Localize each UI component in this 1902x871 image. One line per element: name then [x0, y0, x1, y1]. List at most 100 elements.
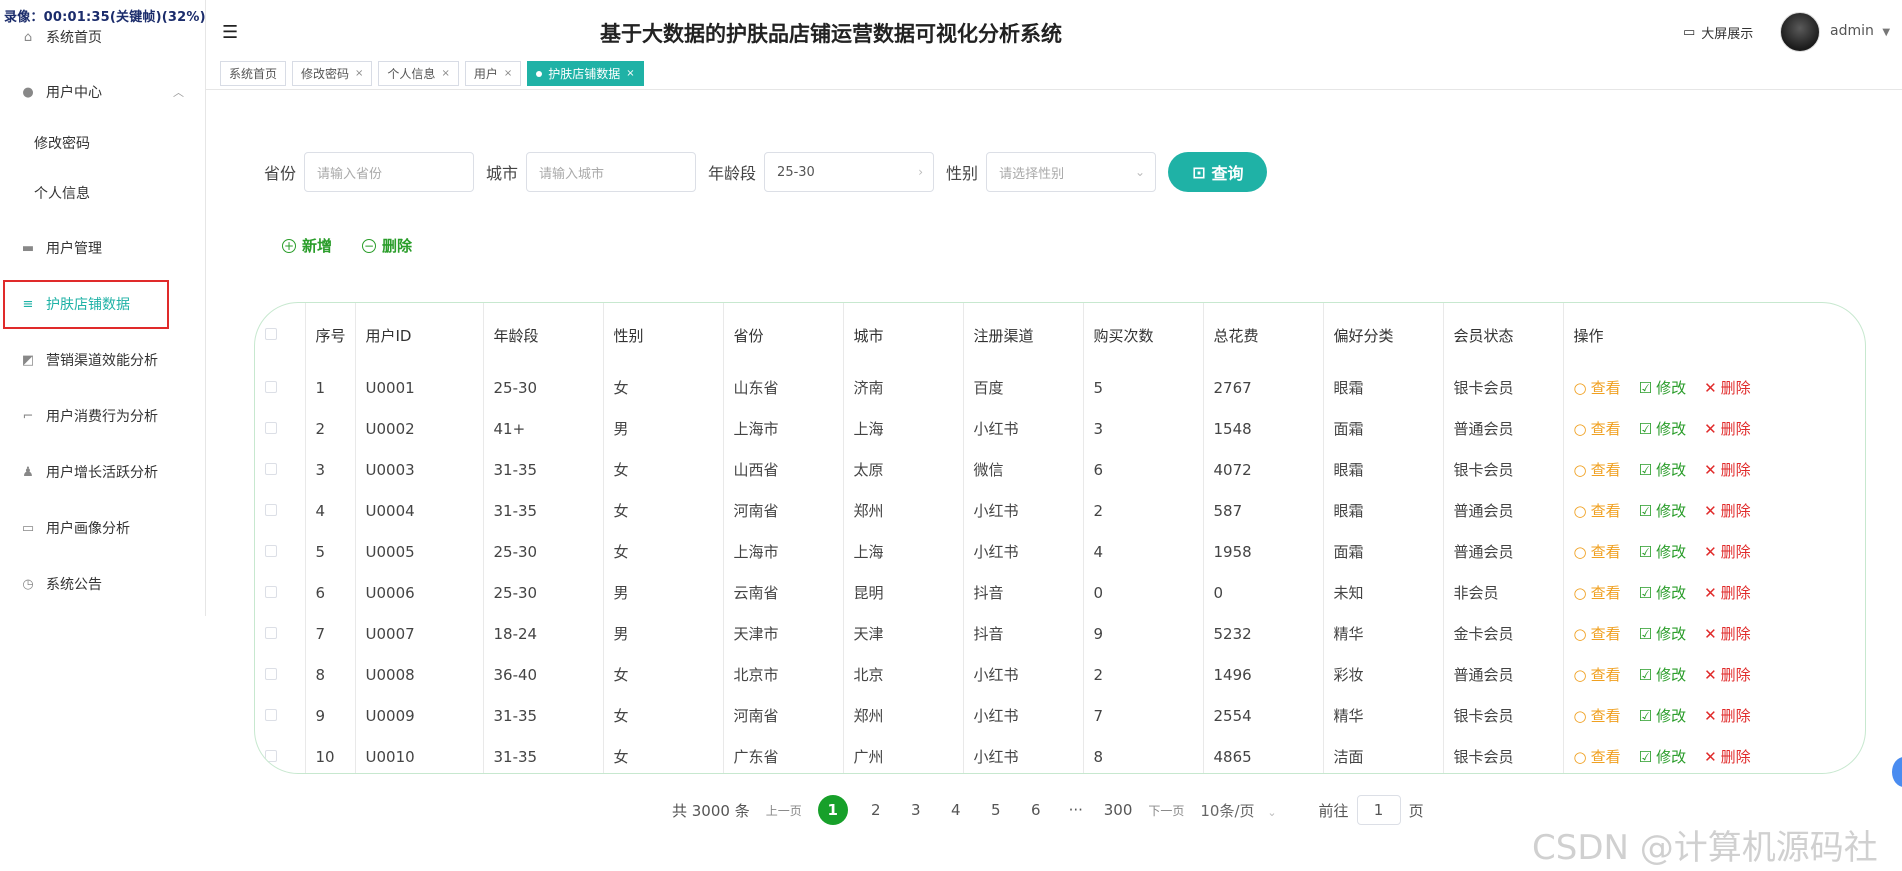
tab-bar: 系统首页 修改密码 × 个人信息 × 用户 × 护肤店铺数据 × — [220, 61, 644, 86]
page-3[interactable]: 3 — [904, 801, 928, 819]
sidebar-item-user-center[interactable]: ● 用户中心 ︿ — [0, 72, 206, 112]
close-icon[interactable]: × — [626, 68, 634, 79]
edit-button[interactable]: ☑ 修改 — [1639, 459, 1686, 480]
delete-button[interactable]: ✕ 删除 — [1704, 459, 1751, 480]
tab-user[interactable]: 用户 × — [464, 61, 522, 86]
row-actions: ○ 查看 ☑ 修改 ✕ 删除 — [1563, 531, 1865, 572]
table-cell: 5232 — [1203, 613, 1324, 654]
delete-button[interactable]: ✕ 删除 — [1704, 500, 1751, 521]
floating-help-button[interactable] — [1892, 757, 1902, 787]
view-label: 查看 — [1590, 543, 1621, 561]
table-cell: 北京 — [843, 654, 964, 695]
select-all-checkbox[interactable] — [255, 303, 306, 367]
page-size-select[interactable]: 10条/页 ⌄ — [1200, 800, 1276, 821]
tab-change-password[interactable]: 修改密码 × — [292, 61, 373, 86]
batch-delete-button[interactable]: − 删除 — [362, 235, 412, 256]
edit-button[interactable]: ☑ 修改 — [1639, 705, 1686, 726]
close-icon[interactable]: × — [355, 68, 363, 79]
table-cell: 男 — [603, 613, 724, 654]
sidebar-item-channel-analysis[interactable]: ◩ 营销渠道效能分析 — [0, 340, 206, 380]
view-button[interactable]: ○ 查看 — [1574, 705, 1621, 726]
query-button[interactable]: ⊡ 查询 — [1168, 152, 1268, 192]
sidebar-item-profile[interactable]: 个人信息 — [0, 173, 206, 213]
table-cell: 抖音 — [963, 572, 1084, 613]
gender-select[interactable]: 请选择性别 ⌄ — [986, 152, 1157, 192]
sidebar-item-announcement[interactable]: ◷ 系统公告 — [0, 564, 206, 604]
tab-store-data[interactable]: 护肤店铺数据 × — [527, 61, 644, 86]
tab-profile[interactable]: 个人信息 × — [378, 61, 459, 86]
page-6[interactable]: 6 — [1024, 801, 1048, 819]
close-icon[interactable]: × — [441, 68, 449, 79]
sidebar-item-consumption-analysis[interactable]: ⌐ 用户消费行为分析 — [0, 396, 206, 436]
sidebar-item-growth-analysis[interactable]: ♟ 用户增长活跃分析 — [0, 452, 206, 492]
view-button[interactable]: ○ 查看 — [1574, 582, 1621, 603]
view-button[interactable]: ○ 查看 — [1574, 664, 1621, 685]
next-page-button[interactable]: 下一页 — [1148, 802, 1184, 819]
table-cell: 小红书 — [963, 408, 1084, 449]
delete-button[interactable]: ✕ 删除 — [1704, 705, 1751, 726]
add-button[interactable]: + 新增 — [282, 235, 332, 256]
row-checkbox[interactable] — [255, 695, 306, 736]
close-icon[interactable]: × — [504, 68, 512, 79]
view-button[interactable]: ○ 查看 — [1574, 500, 1621, 521]
sidebar-item-user-management[interactable]: ▬ 用户管理 — [0, 228, 206, 268]
table-row: 3 U0003 31-35 女山西省 太原 微信 6 4072 眼霜 银卡会员 ○ 查看 ☑ 修改 ✕ 删除 — [255, 449, 1865, 490]
edit-button[interactable]: ☑ 修改 — [1639, 582, 1686, 603]
edit-button[interactable]: ☑ 修改 — [1639, 623, 1686, 644]
view-button[interactable]: ○ 查看 — [1574, 459, 1621, 480]
page-2[interactable]: 2 — [864, 801, 888, 819]
edit-button[interactable]: ☑ 修改 — [1639, 500, 1686, 521]
table-cell: 银卡会员 — [1443, 736, 1564, 773]
view-label: 查看 — [1590, 625, 1621, 643]
view-button[interactable]: ○ 查看 — [1574, 746, 1621, 767]
goto-page-input[interactable]: 1 — [1356, 795, 1401, 825]
delete-button[interactable]: ✕ 删除 — [1704, 623, 1751, 644]
row-checkbox[interactable] — [255, 449, 306, 490]
edit-button[interactable]: ☑ 修改 — [1639, 418, 1686, 439]
city-input[interactable]: 请输入城市 — [526, 152, 697, 192]
row-checkbox[interactable] — [255, 572, 306, 613]
edit-button[interactable]: ☑ 修改 — [1639, 664, 1686, 685]
user-menu[interactable]: admin ▼ — [1830, 23, 1890, 39]
edit-button[interactable]: ☑ 修改 — [1639, 746, 1686, 767]
big-screen-link[interactable]: ▭ 大屏展示 — [1683, 23, 1753, 42]
page-4[interactable]: 4 — [944, 801, 968, 819]
view-button[interactable]: ○ 查看 — [1574, 623, 1621, 644]
row-checkbox[interactable] — [255, 531, 306, 572]
menu-toggle-icon[interactable]: ☰ — [222, 22, 238, 43]
table-cell: 银卡会员 — [1443, 695, 1564, 736]
view-button[interactable]: ○ 查看 — [1574, 377, 1621, 398]
province-input[interactable]: 请输入省份 — [304, 152, 475, 192]
age-select[interactable]: 25-30 › — [764, 152, 935, 192]
delete-button[interactable]: ✕ 删除 — [1704, 377, 1751, 398]
row-actions: ○ 查看 ☑ 修改 ✕ 删除 — [1563, 695, 1865, 736]
row-checkbox[interactable] — [255, 736, 306, 773]
table-cell: 洁面 — [1323, 736, 1444, 773]
edit-button[interactable]: ☑ 修改 — [1639, 377, 1686, 398]
view-button[interactable]: ○ 查看 — [1574, 541, 1621, 562]
page-1[interactable]: 1 — [817, 795, 848, 825]
row-checkbox[interactable] — [255, 367, 306, 408]
delete-button[interactable]: ✕ 删除 — [1704, 541, 1751, 562]
view-button[interactable]: ○ 查看 — [1574, 418, 1621, 439]
prev-page-button[interactable]: 上一页 — [766, 802, 802, 819]
row-checkbox[interactable] — [255, 613, 306, 654]
delete-label: 删除 — [1720, 584, 1751, 602]
row-checkbox[interactable] — [255, 408, 306, 449]
delete-button[interactable]: ✕ 删除 — [1704, 418, 1751, 439]
sidebar-item-portrait-analysis[interactable]: ▭ 用户画像分析 — [0, 508, 206, 548]
page-5[interactable]: 5 — [984, 801, 1008, 819]
row-checkbox[interactable] — [255, 654, 306, 695]
table-cell: 女 — [603, 736, 724, 773]
delete-button[interactable]: ✕ 删除 — [1704, 746, 1751, 767]
avatar[interactable] — [1780, 12, 1820, 52]
edit-button[interactable]: ☑ 修改 — [1639, 541, 1686, 562]
delete-button[interactable]: ✕ 删除 — [1704, 582, 1751, 603]
delete-button[interactable]: ✕ 删除 — [1704, 664, 1751, 685]
table-cell: 眼霜 — [1323, 449, 1444, 490]
page-ellipsis[interactable]: ··· — [1064, 801, 1088, 819]
row-checkbox[interactable] — [255, 490, 306, 531]
page-300[interactable]: 300 — [1104, 801, 1133, 819]
sidebar-item-change-password[interactable]: 修改密码 — [0, 123, 206, 163]
tab-home[interactable]: 系统首页 — [220, 61, 287, 86]
